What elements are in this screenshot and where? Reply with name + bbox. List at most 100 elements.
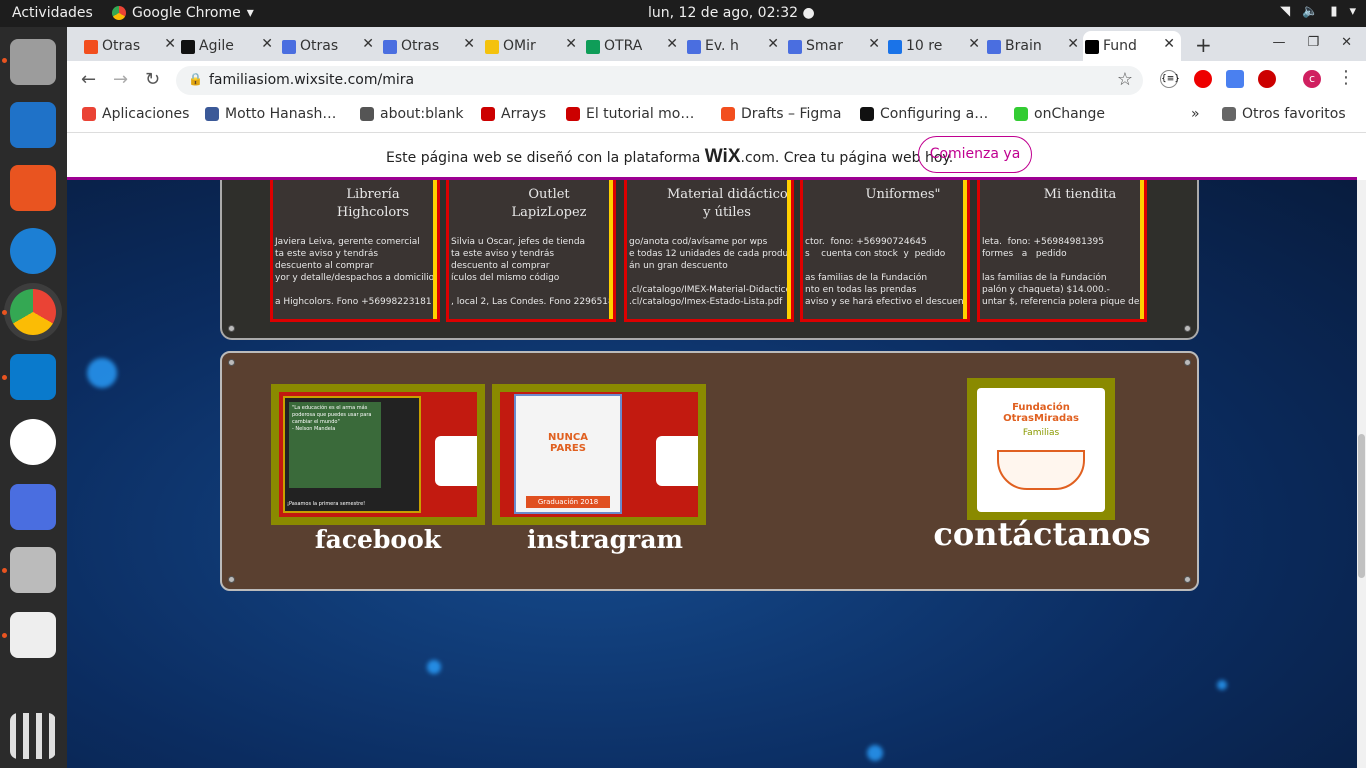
tab-close-icon[interactable]: ✕ <box>1163 36 1175 52</box>
menu-kebab-icon[interactable]: ⋮ <box>1337 67 1355 88</box>
adblock-extension-icon[interactable] <box>1194 70 1212 88</box>
partner-card[interactable]: Material didáctico y útiles go/anota cod/… <box>624 180 794 322</box>
tab-close-icon[interactable]: ✕ <box>1067 36 1079 52</box>
profile-avatar[interactable]: c <box>1303 70 1321 88</box>
back-button[interactable]: ← <box>81 69 96 90</box>
graduation-image: NUNCA PARES Graduación 2018 <box>514 394 622 514</box>
bokeh-light <box>87 358 117 388</box>
tab-close-icon[interactable]: ✕ <box>362 36 374 52</box>
magnifier-icon[interactable] <box>10 547 56 593</box>
json-extension-icon[interactable]: {≡} <box>1160 70 1180 88</box>
bookmark-label: Otros favoritos <box>1242 106 1346 122</box>
tab-2[interactable]: Otras ✕ <box>280 31 380 61</box>
tab-strip: Otras ✕ Agile ✕ Otras ✕ Otras ✕ OMir ✕ OTRA ✕ Ev. h ✕… <box>67 27 1366 61</box>
bookmark-item[interactable]: onChange <box>1014 106 1105 122</box>
bookmark-item[interactable]: El tutorial mo… <box>566 106 694 122</box>
comienza-ya-button[interactable]: Comienza ya <box>918 136 1032 173</box>
tab-favicon-icon <box>1085 40 1099 54</box>
tab-close-icon[interactable]: ✕ <box>164 36 176 52</box>
bookmark-item[interactable]: Otros favoritos <box>1222 106 1346 122</box>
partner-card[interactable]: Mi tiendita leta. fono: +56984981395 form… <box>977 180 1147 322</box>
running-indicator <box>2 375 7 380</box>
url-text: familiasiom.wixsite.com/mira <box>209 72 415 88</box>
writer-icon[interactable] <box>10 102 56 148</box>
vscode-icon[interactable] <box>10 354 56 400</box>
omnibox-bar: ← → ↻ 🔒 familiasiom.wixsite.com/mira ☆ {… <box>67 61 1366 99</box>
bokeh-light <box>1217 680 1227 690</box>
tab-favicon-icon <box>987 40 1001 54</box>
tab-close-icon[interactable]: ✕ <box>666 36 678 52</box>
software-center-icon[interactable] <box>10 165 56 211</box>
translate-extension-icon[interactable] <box>1226 70 1244 88</box>
minimize-button[interactable]: — <box>1272 35 1285 50</box>
running-indicator <box>2 58 7 63</box>
tab-close-icon[interactable]: ✕ <box>261 36 273 52</box>
lock-icon[interactable]: 🔒 <box>188 72 203 86</box>
tab-close-icon[interactable]: ✕ <box>968 36 980 52</box>
chrome-dock-icon[interactable] <box>10 289 56 335</box>
foundation-logo-box[interactable]: Fundación OtrasMiradas Familias <box>967 378 1115 520</box>
tab-6[interactable]: Ev. h ✕ <box>685 31 785 61</box>
tab-9[interactable]: Brain ✕ <box>985 31 1085 61</box>
tab-3[interactable]: Otras ✕ <box>381 31 481 61</box>
slack-icon[interactable] <box>10 419 56 465</box>
tab-label: Agile <box>199 38 234 54</box>
tab-0[interactable]: Otras ✕ <box>82 31 182 61</box>
activities-button[interactable]: Actividades <box>12 5 93 21</box>
bookmark-item[interactable]: Drafts – Figma <box>721 106 842 122</box>
wix-banner-message: Este página web se diseñó con la platafo… <box>386 146 954 167</box>
partner-card[interactable]: Outlet LapizLopez Silvia u Oscar, jefes d… <box>446 180 616 322</box>
dock <box>0 27 67 768</box>
reload-button[interactable]: ↻ <box>145 69 160 90</box>
card-text: Javiera Leiva, gerente comercial ta este… <box>275 237 435 307</box>
bookmark-star-icon[interactable]: ☆ <box>1117 69 1133 90</box>
text-editor-icon[interactable] <box>10 612 56 658</box>
instagram-link[interactable]: instragram <box>492 525 718 554</box>
page-scrollbar[interactable] <box>1357 180 1366 768</box>
address-bar[interactable]: 🔒 familiasiom.wixsite.com/mira ☆ <box>176 66 1143 95</box>
bookmark-item[interactable]: Arrays <box>481 106 546 122</box>
close-window-button[interactable]: ✕ <box>1341 35 1352 50</box>
tab-7[interactable]: Smar ✕ <box>786 31 886 61</box>
tab-10[interactable]: Fund ✕ <box>1083 31 1181 61</box>
partner-card[interactable]: Uniformes" ctor. fono: +56990724645 s cue… <box>800 180 970 322</box>
bookmark-item[interactable]: Configuring a… <box>860 106 988 122</box>
maximize-button[interactable]: ❐ <box>1307 35 1319 50</box>
tab-8[interactable]: 10 re ✕ <box>886 31 986 61</box>
scrollbar-thumb[interactable] <box>1358 434 1365 578</box>
bookmark-item[interactable]: Motto Hanash… <box>205 106 336 122</box>
tab-close-icon[interactable]: ✕ <box>565 36 577 52</box>
contact-link[interactable]: contáctanos <box>922 515 1162 553</box>
forward-button[interactable]: → <box>113 69 128 90</box>
clock[interactable]: lun, 12 de ago, 02:32 ● <box>648 5 815 21</box>
rivet <box>1184 576 1191 583</box>
card-text: ctor. fono: +56990724645 s cuenta con st… <box>805 237 968 307</box>
tab-close-icon[interactable]: ✕ <box>868 36 880 52</box>
running-indicator <box>2 568 7 573</box>
app-menu[interactable]: Google Chrome ▾ <box>112 5 254 21</box>
tab-close-icon[interactable]: ✕ <box>767 36 779 52</box>
bookmark-item[interactable]: about:blank <box>360 106 463 122</box>
system-tray[interactable]: ◥ 🔈 ▮ ▾ <box>1280 4 1356 19</box>
new-tab-button[interactable]: + <box>1195 33 1212 57</box>
bookmark-item[interactable]: Aplicaciones <box>82 106 189 122</box>
show-apps-icon[interactable] <box>10 713 56 759</box>
instagram-thumbnail[interactable]: NUNCA PARES Graduación 2018 <box>492 384 706 525</box>
tab-label: Brain <box>1005 38 1042 54</box>
card-text: Silvia u Oscar, jefes de tienda ta este … <box>451 237 614 307</box>
partner-card[interactable]: Librería Highcolors Javiera Leiva, gerent… <box>270 180 440 322</box>
tab-1[interactable]: Agile ✕ <box>179 31 279 61</box>
screenshot-icon[interactable] <box>10 484 56 530</box>
help-icon[interactable] <box>10 228 56 274</box>
bookmark-icon <box>360 107 374 121</box>
tab-4[interactable]: OMir ✕ <box>483 31 583 61</box>
facebook-link[interactable]: facebook <box>271 525 485 554</box>
facebook-thumbnail[interactable]: "La educación es el arma más poderosa qu… <box>271 384 485 525</box>
tab-close-icon[interactable]: ✕ <box>463 36 475 52</box>
bokeh-light <box>427 660 441 674</box>
bookmark-item[interactable]: » <box>1191 106 1200 122</box>
files-icon[interactable] <box>10 39 56 85</box>
tab-5[interactable]: OTRA ✕ <box>584 31 684 61</box>
lastpass-extension-icon[interactable] <box>1258 70 1276 88</box>
bookmark-icon <box>481 107 495 121</box>
